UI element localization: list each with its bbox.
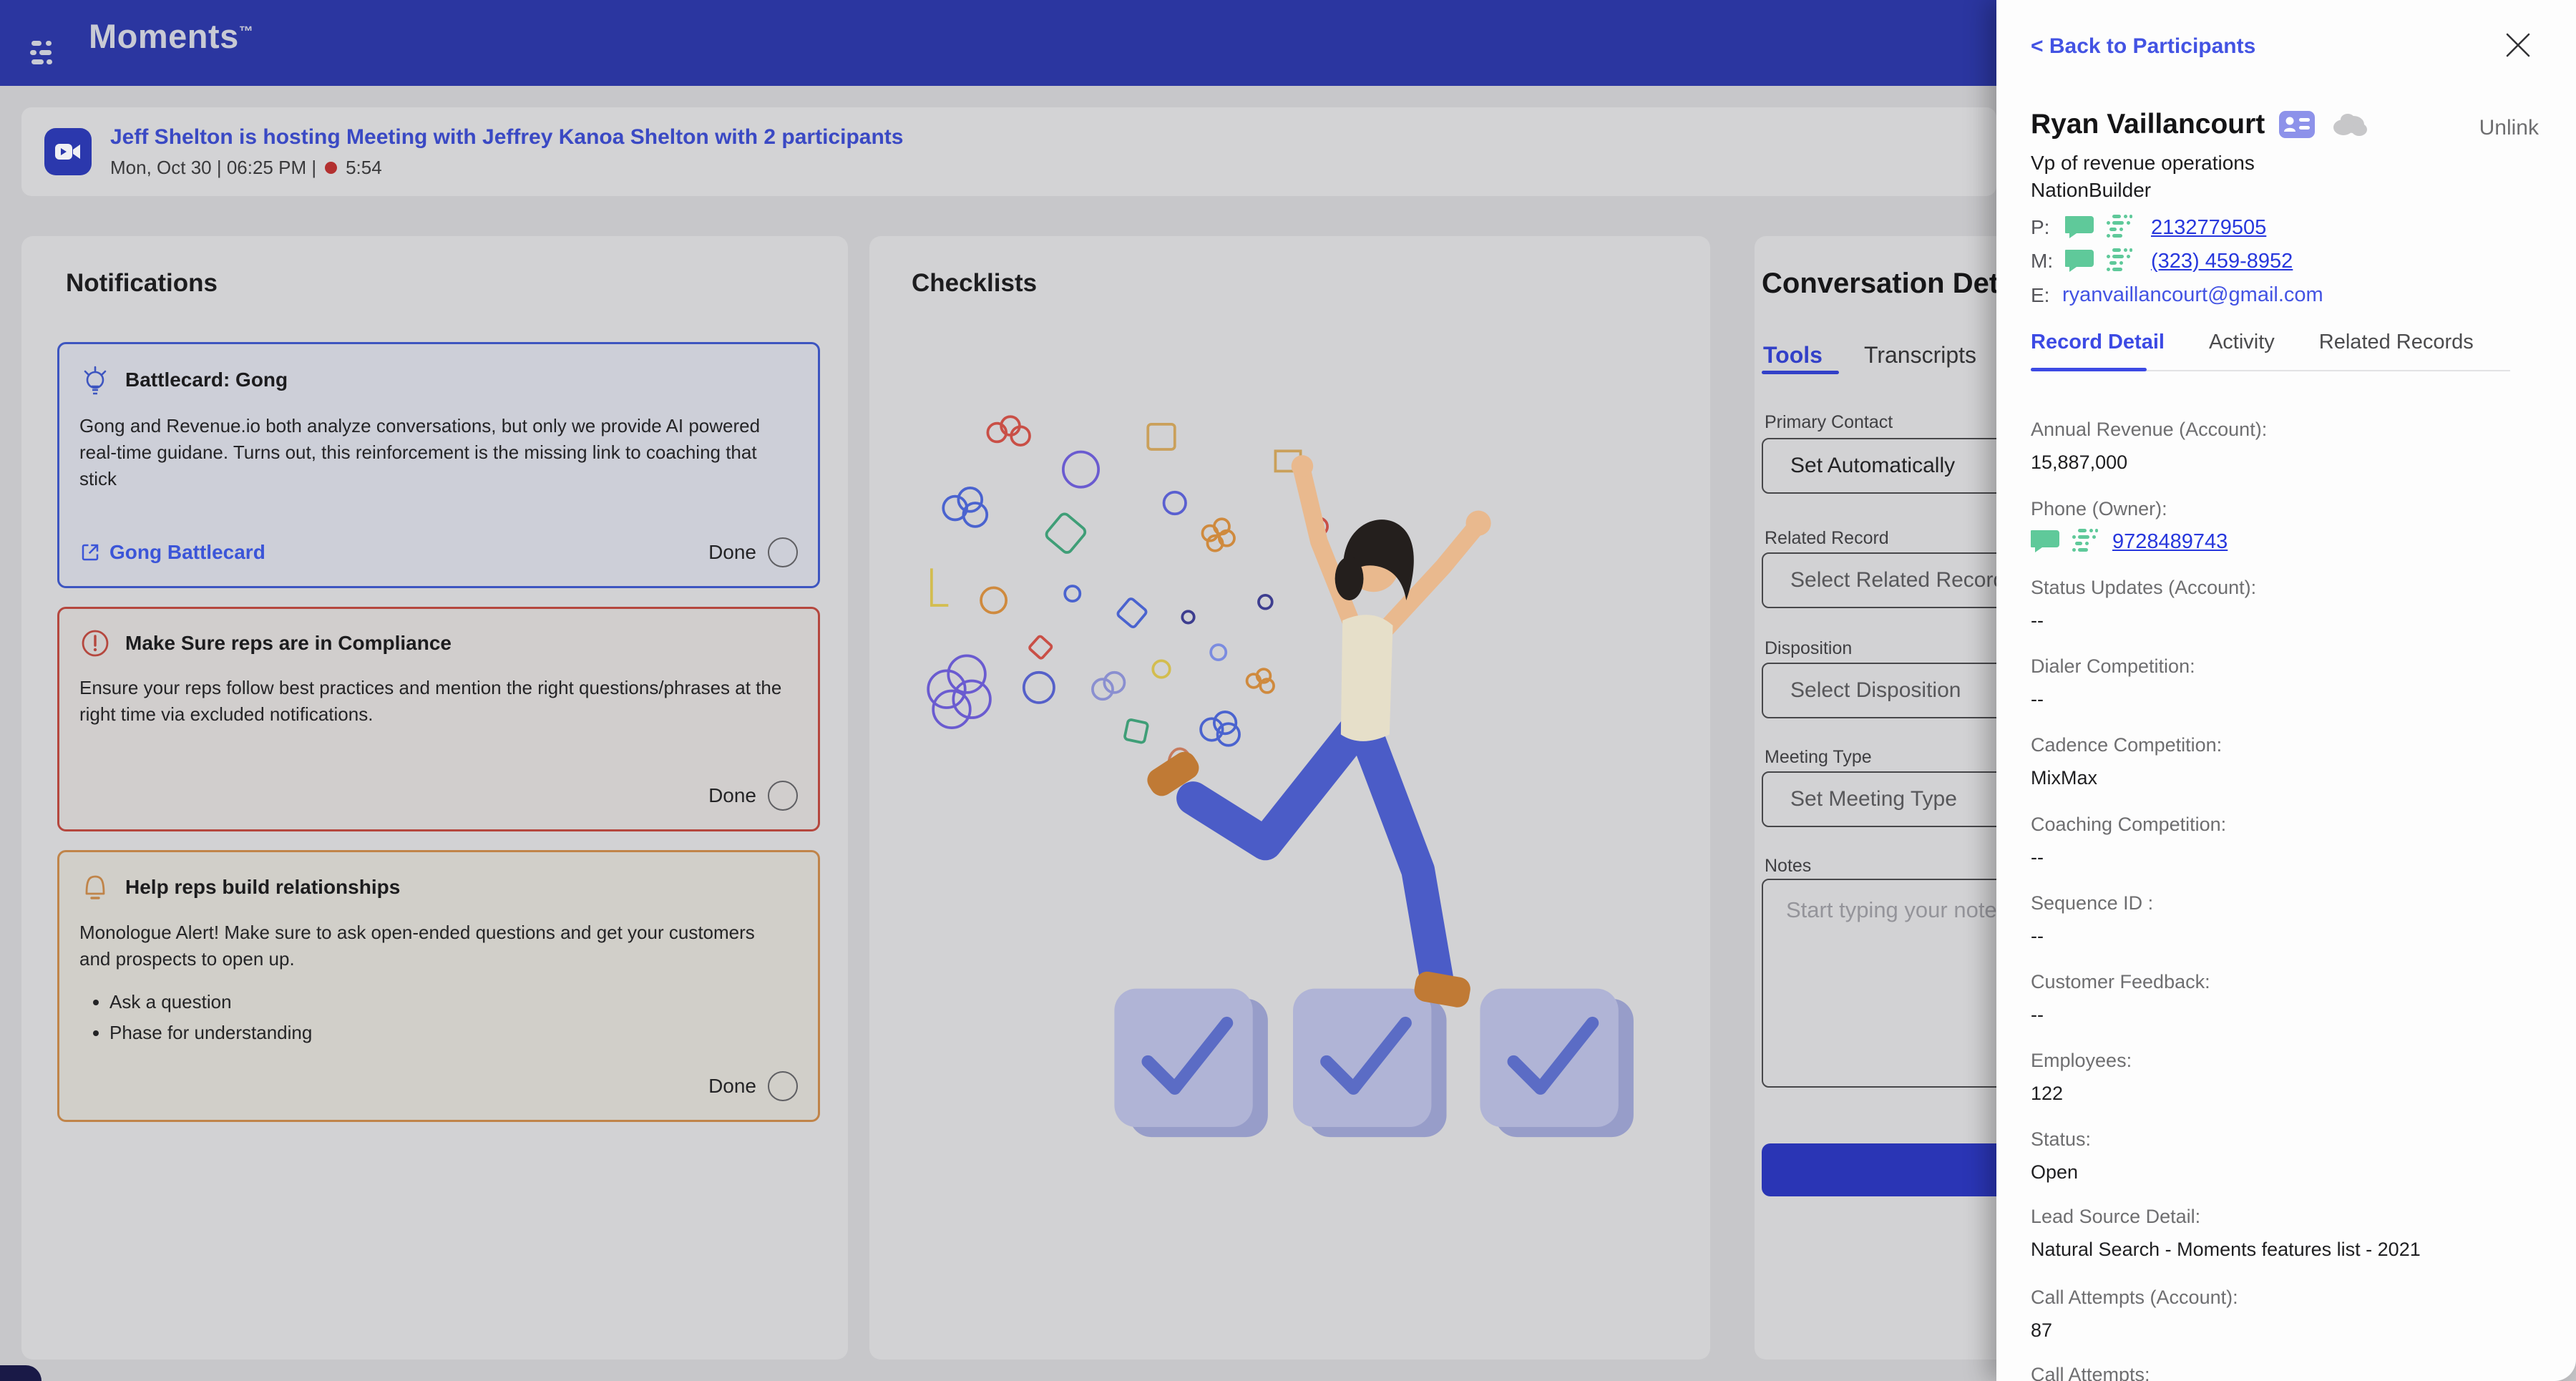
meeting-subtitle: Mon, Oct 30 | 06:25 PM | 5:54 [110, 157, 903, 179]
tab-related-records[interactable]: Related Records [2319, 331, 2474, 354]
notifications-column: Notifications Battlecard: Gong Gong and … [21, 236, 848, 1360]
record-field: Annual Revenue (Account): 15,887,000 [2031, 419, 2268, 473]
contact-panel-tabs: Record Detail Activity Related Records [2031, 331, 2474, 354]
alert-icon [82, 630, 109, 657]
phone-number-link[interactable]: 9728489743 [2112, 530, 2228, 554]
meeting-banner: Jeff Shelton is hosting Meeting with Jef… [21, 107, 1996, 196]
tab-record-detail[interactable]: Record Detail [2031, 331, 2165, 354]
sms-bubble-icon[interactable] [2065, 215, 2095, 240]
phone-row-label: P: [2031, 216, 2050, 238]
sms-bubble-icon[interactable] [2065, 248, 2095, 274]
checklist-illustration [927, 415, 1634, 1138]
app-title: Moments™ [89, 17, 254, 55]
moments-logo: Moments™ [30, 19, 253, 67]
gong-battlecard-link[interactable]: Gong Battlecard [79, 541, 265, 564]
conversation-tabs: Tools Transcripts [1763, 342, 1976, 369]
meeting-duration: 5:54 [346, 156, 382, 178]
card-body: Ensure your reps follow best practices a… [79, 677, 782, 725]
recording-dot-icon [325, 161, 338, 174]
card-body: Gong and Revenue.io both analyze convers… [79, 415, 761, 489]
app-root: Moments™ Jeff Shelton is hosting Meeting… [0, 0, 2576, 1381]
meeting-title-link[interactable]: Jeff Shelton is hosting Meeting with Jef… [110, 125, 903, 150]
email-link[interactable]: ryanvaillancourt@gmail.com [2062, 283, 2323, 307]
record-field: Dialer Competition: -- [2031, 655, 2195, 710]
active-tab-underline [1762, 371, 1839, 374]
moments-dialer-icon[interactable] [2107, 248, 2135, 274]
card-title: Make Sure reps are in Compliance [125, 632, 452, 654]
contact-company: NationBuilder [2031, 179, 2152, 201]
contact-job-title: Vp of revenue operations [2031, 152, 2255, 174]
tab-activity[interactable]: Activity [2209, 331, 2275, 354]
phone-number-link[interactable]: (323) 459-8952 [2151, 250, 2293, 273]
video-meeting-icon[interactable] [44, 128, 92, 175]
checklists-title: Checklists [912, 269, 1038, 297]
checklists-column: Checklists [869, 236, 1710, 1360]
bullet-item: Phase for understanding [109, 1022, 798, 1044]
tab-tools[interactable]: Tools [1763, 342, 1823, 369]
disposition-label: Disposition [1765, 638, 1853, 658]
notes-label: Notes [1765, 856, 1812, 876]
moments-dashes-icon [30, 41, 52, 64]
contact-name: Ryan Vaillancourt [2031, 109, 2265, 140]
phone-row-primary: P: 2132779505 [2031, 215, 2266, 240]
notification-card-battlecard: Battlecard: Gong Gong and Revenue.io bot… [57, 342, 820, 588]
contact-name-row: Ryan Vaillancourt [2031, 109, 2369, 140]
meeting-datetime: Mon, Oct 30 | 06:25 PM | [110, 156, 317, 178]
record-field-phone-owner: Phone (Owner): 9728489743 [2031, 498, 2546, 555]
notification-card-relationships: Help reps build relationships Monologue … [57, 850, 820, 1122]
moments-dialer-icon[interactable] [2072, 529, 2101, 555]
tab-transcripts[interactable]: Transcripts [1864, 342, 1976, 369]
notifications-title: Notifications [66, 269, 218, 297]
record-field: Cadence Competition: MixMax [2031, 734, 2223, 789]
email-row: E: ryanvaillancourt@gmail.com [2031, 283, 2323, 307]
bottom-bar-peek [0, 1365, 42, 1381]
moments-dialer-icon[interactable] [2107, 215, 2135, 240]
salesforce-cloud-icon[interactable] [2329, 110, 2369, 139]
phone-row-mobile: M: (323) 459-8952 [2031, 248, 2293, 274]
card-body: Monologue Alert! Make sure to ask open-e… [79, 922, 755, 970]
done-label: Done [708, 541, 756, 563]
person-figure [1147, 455, 1491, 1007]
record-field: Employees: 122 [2031, 1050, 2132, 1104]
card-title: Battlecard: Gong [125, 369, 288, 391]
record-field: Lead Source Detail: Natural Search - Mom… [2031, 1206, 2421, 1260]
close-icon[interactable] [2502, 29, 2534, 62]
record-field: Call Attempts: [2031, 1364, 2150, 1381]
record-field: Customer Feedback: -- [2031, 971, 2210, 1025]
sms-bubble-icon[interactable] [2031, 529, 2061, 555]
back-to-participants-link[interactable]: < Back to Participants [2031, 34, 2255, 59]
record-field: Sequence ID : -- [2031, 892, 2154, 947]
contact-card-icon[interactable] [2279, 111, 2316, 138]
bullet-item: Ask a question [109, 991, 798, 1013]
contact-detail-panel: < Back to Participants Ryan Vaillancourt… [1996, 0, 2576, 1381]
done-radio[interactable] [768, 537, 798, 567]
primary-contact-label: Primary Contact [1765, 412, 1893, 432]
record-field: Status: Open [2031, 1128, 2092, 1183]
phone-number-link[interactable]: 2132779505 [2151, 216, 2266, 240]
done-label: Done [708, 784, 756, 806]
bell-icon [85, 875, 105, 899]
done-radio[interactable] [768, 781, 798, 811]
phone-row-label: M: [2031, 250, 2054, 272]
active-tab-underline [2031, 368, 2147, 371]
email-row-label: E: [2031, 283, 2050, 306]
record-field: Coaching Competition: -- [2031, 814, 2227, 868]
card-title: Help reps build relationships [125, 876, 401, 898]
meeting-banner-text: Jeff Shelton is hosting Meeting with Jef… [110, 125, 903, 179]
record-field: Call Attempts (Account): 87 [2031, 1287, 2238, 1341]
done-radio[interactable] [768, 1071, 798, 1101]
trademark-symbol: ™ [238, 24, 254, 40]
meeting-type-label: Meeting Type [1765, 747, 1872, 767]
unlink-button[interactable]: Unlink [2479, 116, 2539, 140]
notification-card-compliance: Make Sure reps are in Compliance Ensure … [57, 607, 820, 831]
external-link-icon [82, 544, 99, 561]
card-bullet-list: Ask a question Phase for understanding [89, 991, 798, 1053]
done-label: Done [708, 1075, 756, 1097]
record-field: Status Updates (Account): -- [2031, 577, 2257, 631]
lightbulb-icon [84, 366, 107, 395]
related-record-label: Related Record [1765, 528, 1889, 548]
